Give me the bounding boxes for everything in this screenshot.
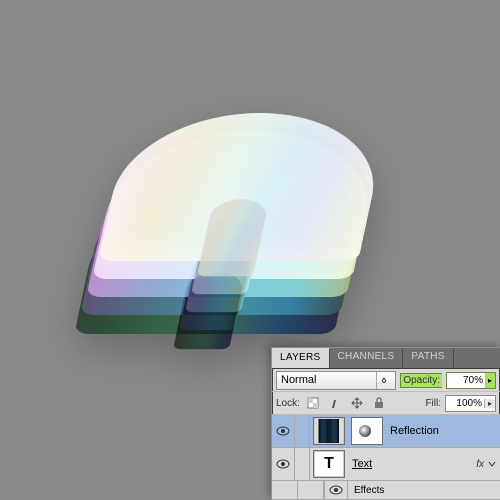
layer-row-text[interactable]: T Text fx: [272, 448, 500, 481]
lock-label: Lock:: [276, 398, 300, 409]
type-layer-thumbnail[interactable]: T: [313, 450, 345, 478]
lock-fill-row: Lock: Fill: ▸: [272, 392, 500, 415]
document-canvas[interactable]: LAYERS CHANNELS PATHS Normal Opacity: ▸ …: [0, 0, 500, 500]
layers-panel: LAYERS CHANNELS PATHS Normal Opacity: ▸ …: [271, 347, 500, 500]
fill-label: Fill:: [425, 398, 441, 409]
tab-layers[interactable]: LAYERS: [272, 348, 330, 368]
opacity-input[interactable]: [447, 373, 485, 388]
layer-list: Reflection T Text fx Effects: [272, 415, 500, 500]
effects-label: Effects: [348, 485, 384, 496]
layer-name[interactable]: Reflection: [386, 425, 500, 437]
eye-icon: [329, 485, 343, 495]
artwork-3d-letter: [70, 30, 410, 380]
layer-name[interactable]: Text: [348, 458, 476, 470]
blend-opacity-row: Normal Opacity: ▸: [272, 369, 500, 392]
fill-field[interactable]: ▸: [445, 395, 496, 412]
tab-channels[interactable]: CHANNELS: [330, 348, 404, 368]
eye-icon: [276, 459, 290, 469]
layer-mask-thumbnail[interactable]: [351, 417, 383, 445]
opacity-field[interactable]: ▸: [446, 372, 496, 389]
fx-expand-icon[interactable]: [488, 460, 500, 468]
blend-mode-select[interactable]: Normal: [276, 371, 396, 390]
layer-row-reflection[interactable]: Reflection: [272, 415, 500, 448]
visibility-toggle[interactable]: [272, 415, 295, 447]
eye-icon: [276, 426, 290, 436]
effects-sublayer[interactable]: Effects: [272, 481, 500, 500]
lock-transparency-icon[interactable]: [304, 394, 322, 412]
lock-pixels-icon[interactable]: [326, 394, 344, 412]
fill-flyout-icon[interactable]: ▸: [484, 399, 495, 408]
visibility-toggle[interactable]: [272, 448, 295, 480]
fill-input[interactable]: [446, 396, 484, 411]
lock-all-icon[interactable]: [370, 394, 388, 412]
chevron-down-icon: [376, 372, 391, 389]
opacity-label: Opacity:: [400, 373, 442, 388]
tab-paths[interactable]: PATHS: [403, 348, 453, 368]
lock-position-icon[interactable]: [348, 394, 366, 412]
blend-mode-value: Normal: [281, 374, 316, 386]
link-cell[interactable]: [295, 415, 310, 447]
fx-badge[interactable]: fx: [476, 459, 484, 470]
panel-tab-bar: LAYERS CHANNELS PATHS: [272, 348, 500, 369]
link-cell[interactable]: [295, 448, 310, 480]
layer-thumbnail[interactable]: [313, 417, 345, 445]
effects-visibility-toggle[interactable]: [325, 481, 348, 499]
opacity-flyout-icon[interactable]: ▸: [485, 376, 495, 385]
